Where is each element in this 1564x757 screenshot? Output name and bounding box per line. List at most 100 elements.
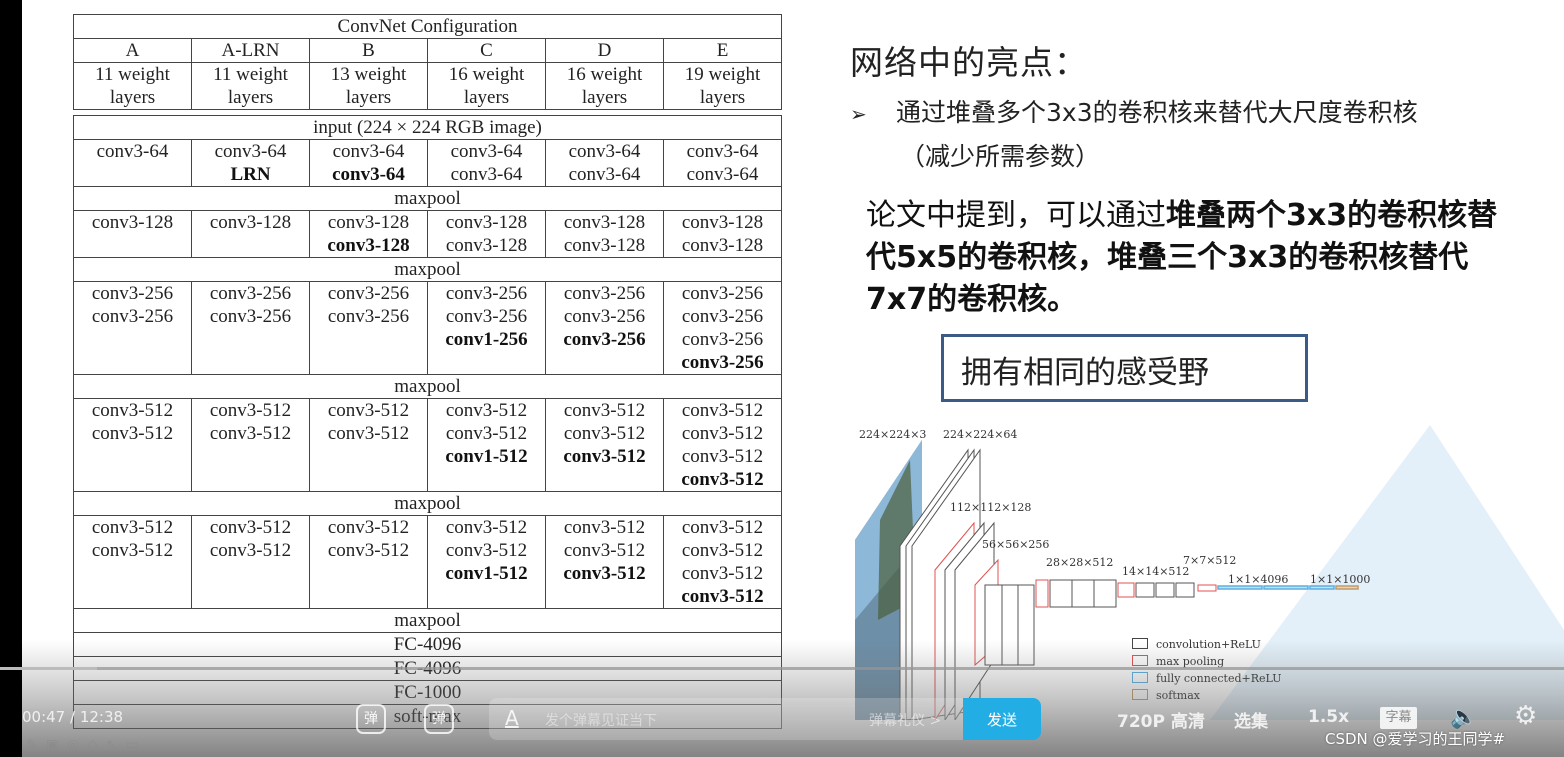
- conv-block-row: conv3-512 conv3-512 conv3-512 conv3-512 conv…: [73, 398, 782, 492]
- config-cell: conv3-512 conv3-512: [191, 515, 310, 609]
- config-cell: conv3-64 conv3-64: [427, 139, 546, 187]
- episodes-button[interactable]: 选集: [1234, 707, 1268, 732]
- tail-layer-row: maxpool: [73, 608, 782, 633]
- weight-layers: 19 weight layers: [663, 62, 782, 110]
- send-button[interactable]: 发送: [963, 698, 1041, 740]
- layer-entry: conv3-256: [327, 283, 410, 304]
- conv-block-row: conv3-512 conv3-512 conv3-512 conv3-512 conv…: [73, 515, 782, 609]
- label-input: 224×224×3: [859, 428, 927, 441]
- config-cell: conv3-512 conv3-512: [309, 398, 428, 492]
- bullet-subtext: （减少所需参数）: [900, 142, 1101, 171]
- layer-entry: conv3-128: [563, 212, 646, 233]
- shape-icon[interactable]: ◎: [67, 737, 79, 754]
- vgg-config-table: ConvNet Configuration A A-LRN B C D E 11 weig…: [73, 14, 782, 729]
- label-conv2: 112×112×128: [950, 501, 1032, 514]
- layer-entry: conv3-256: [681, 329, 764, 350]
- config-name: B: [309, 38, 428, 63]
- table-body: input (224 × 224 RGB image) conv3-64 conv3…: [73, 115, 782, 729]
- weight-layers: 13 weight layers: [309, 62, 428, 110]
- softmax-cube-icon: [1132, 689, 1148, 700]
- volume-icon[interactable]: 🔈: [1450, 704, 1477, 730]
- fc-cube-icon: [1132, 672, 1148, 683]
- layer-entry: conv3-128: [445, 235, 528, 256]
- layer-entry: conv3-128: [327, 235, 410, 256]
- maxpool-row: maxpool: [73, 491, 782, 516]
- layer-entry: conv3-512: [209, 423, 292, 444]
- config-cell: conv3-512 conv3-512 conv3-512: [545, 515, 664, 609]
- label-pool5: 7×7×512: [1183, 554, 1237, 567]
- pointer-icon[interactable]: ↖: [106, 737, 118, 754]
- label-fc: 1×1×4096: [1228, 573, 1289, 586]
- danmaku-toggle-icon[interactable]: 弹: [356, 704, 386, 734]
- layer-entry: conv3-512: [91, 540, 174, 561]
- layer-entry: conv3-512: [563, 400, 646, 421]
- label-conv1: 224×224×64: [943, 428, 1018, 441]
- layer-entry: conv3-512: [563, 446, 646, 467]
- quality-button[interactable]: 720P 高清: [1117, 707, 1205, 732]
- weight-layers: 11 weight layers: [73, 62, 192, 110]
- layer-entry: conv3-512: [327, 423, 410, 444]
- input-row-cell: input (224 × 224 RGB image): [73, 115, 782, 140]
- tail-layer: FC-4096: [73, 632, 782, 657]
- config-cell: conv3-64 conv3-64: [309, 139, 428, 187]
- layer-entry: conv3-512: [445, 540, 528, 561]
- layer-entry: conv3-512: [563, 563, 646, 584]
- layer-entry: conv3-64: [568, 164, 641, 185]
- layer-entry: conv3-512: [209, 400, 292, 421]
- config-name: A: [73, 38, 192, 63]
- annotation-toolbar: ✎ ▣ ◎ ◇ ↖ ▭: [26, 737, 139, 754]
- config-name-row: A A-LRN B C D E: [73, 38, 782, 63]
- layer-entry: conv3-64: [450, 141, 523, 162]
- config-cell: conv3-256 conv3-256 conv3-256: [545, 281, 664, 375]
- layer-entry: conv3-256: [327, 306, 410, 327]
- danmaku-etiquette-link[interactable]: 弹幕礼仪 >: [869, 710, 941, 730]
- layer-entry: conv3-256: [563, 329, 646, 350]
- maxpool-row: maxpool: [73, 374, 782, 399]
- conv4-block: [1035, 579, 1117, 608]
- layer-entry: conv3-512: [681, 563, 764, 584]
- layer-entry: conv3-128: [563, 235, 646, 256]
- layer-entry: conv1-512: [445, 446, 528, 467]
- layer-entry: conv3-64: [332, 141, 405, 162]
- layer-entry: conv3-128: [327, 212, 410, 233]
- text-style-icon[interactable]: A: [505, 706, 519, 730]
- config-cell: conv3-64 conv3-64: [545, 139, 664, 187]
- layer-entry: conv3-512: [91, 400, 174, 421]
- layer-entry: conv3-512: [327, 540, 410, 561]
- layer-entry: conv3-512: [91, 517, 174, 538]
- config-cell: conv3-512 conv3-512: [73, 398, 192, 492]
- config-cell: conv3-512 conv3-512 conv1-512: [427, 515, 546, 609]
- progress-bar[interactable]: [0, 667, 1564, 670]
- layer-entry: conv3-512: [445, 423, 528, 444]
- eraser-icon[interactable]: ◇: [87, 737, 98, 754]
- config-cell: conv3-64: [73, 139, 192, 187]
- config-cell: conv3-512 conv3-512 conv3-512 conv3-512: [663, 398, 782, 492]
- config-cell: conv3-256 conv3-256: [191, 281, 310, 375]
- layer-entry: conv3-256: [209, 306, 292, 327]
- layer-entry: conv3-256: [681, 283, 764, 304]
- speed-button[interactable]: 1.5x: [1308, 707, 1349, 727]
- progress-fill: [0, 667, 97, 670]
- layer-entry: conv3-256: [681, 352, 764, 373]
- table-title: ConvNet Configuration: [73, 14, 782, 39]
- image-icon[interactable]: ▣: [46, 737, 59, 754]
- subtitle-icon[interactable]: 字幕: [1380, 707, 1417, 729]
- config-cell: conv3-256 conv3-256 conv1-256: [427, 281, 546, 375]
- danmaku-input[interactable]: A 发个弹幕见证当下 弹幕礼仪 >: [489, 698, 964, 740]
- config-cell: conv3-256 conv3-256: [73, 281, 192, 375]
- layer-entry: conv1-256: [445, 329, 528, 350]
- layer-entry: conv3-64: [96, 141, 169, 162]
- danmaku-settings-icon[interactable]: 弹: [424, 704, 454, 734]
- layer-entry: conv3-64: [568, 141, 641, 162]
- gear-icon[interactable]: ⚙: [1514, 701, 1537, 731]
- config-cell: conv3-512 conv3-512: [191, 398, 310, 492]
- pen-icon[interactable]: ✎: [26, 737, 38, 754]
- config-cell: conv3-128 conv3-128: [427, 210, 546, 258]
- conv-block-row: conv3-256 conv3-256 conv3-256 conv3-256 conv…: [73, 281, 782, 375]
- layer-entry: conv3-512: [681, 540, 764, 561]
- bullet-point: ➢ 通过堆叠多个3x3的卷积核来替代大尺度卷积核: [850, 93, 1418, 129]
- layer-entry: conv3-512: [681, 517, 764, 538]
- conv3-block: [974, 558, 1035, 667]
- camera-icon[interactable]: ▭: [126, 737, 139, 754]
- vgg16-architecture-diagram: 224×224×3 224×224×64 112×112×128 56×56×2…: [850, 420, 1564, 720]
